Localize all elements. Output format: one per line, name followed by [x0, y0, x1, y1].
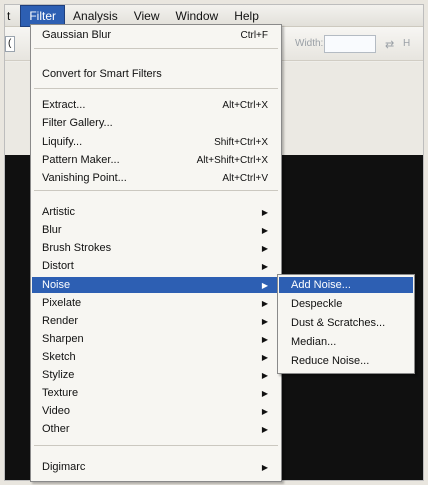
submenu-arrow-icon: ▶ — [261, 352, 268, 362]
menu-item-noise[interactable]: Noise ▶ — [32, 277, 280, 293]
submenu-arrow-icon: ▶ — [261, 462, 268, 472]
submenu-arrow-icon: ▶ — [261, 261, 268, 271]
menu-item-brush-strokes[interactable]: Brush Strokes ▶ — [32, 240, 280, 256]
menu-item-pattern-maker[interactable]: Pattern Maker... Alt+Shift+Ctrl+X — [32, 152, 280, 168]
submenu-arrow-icon: ▶ — [261, 388, 268, 398]
submenu-arrow-icon: ▶ — [261, 316, 268, 326]
submenu-arrow-icon: ▶ — [261, 225, 268, 235]
submenu-item-reduce-noise[interactable]: Reduce Noise... — [279, 353, 413, 369]
menu-separator — [34, 88, 278, 89]
menu-item-gaussian-blur[interactable]: Gaussian Blur Ctrl+F — [32, 27, 280, 43]
submenu-arrow-icon: ▶ — [261, 207, 268, 217]
menu-item-texture[interactable]: Texture ▶ — [32, 385, 280, 401]
width-input[interactable] — [324, 35, 376, 53]
menu-item-other[interactable]: Other ▶ — [32, 421, 280, 437]
submenu-item-median[interactable]: Median... — [279, 334, 413, 350]
submenu-arrow-icon: ▶ — [261, 243, 268, 253]
menu-partial-left[interactable]: t — [5, 5, 20, 27]
menu-item-pixelate[interactable]: Pixelate ▶ — [32, 295, 280, 311]
submenu-arrow-icon: ▶ — [261, 424, 268, 434]
menu-separator — [34, 48, 278, 49]
menu-item-blur[interactable]: Blur ▶ — [32, 222, 280, 238]
menu-item-digimarc[interactable]: Digimarc ▶ — [32, 459, 280, 475]
menu-item-video[interactable]: Video ▶ — [32, 403, 280, 419]
noise-submenu: Add Noise... Despeckle Dust & Scratches.… — [277, 274, 415, 374]
menu-item-distort[interactable]: Distort ▶ — [32, 258, 280, 274]
partial-input-left[interactable]: ( — [5, 36, 15, 52]
menu-separator — [34, 445, 278, 446]
swap-icon[interactable]: ⇄ — [385, 38, 394, 51]
menu-item-liquify[interactable]: Liquify... Shift+Ctrl+X — [32, 134, 280, 150]
submenu-arrow-icon: ▶ — [261, 370, 268, 380]
menu-item-render[interactable]: Render ▶ — [32, 313, 280, 329]
menu-separator — [34, 190, 278, 191]
menu-item-extract[interactable]: Extract... Alt+Ctrl+X — [32, 97, 280, 113]
submenu-item-despeckle[interactable]: Despeckle — [279, 296, 413, 312]
height-label-partial: H — [403, 38, 411, 49]
menu-item-filter-gallery[interactable]: Filter Gallery... — [32, 115, 280, 131]
menu-item-sketch[interactable]: Sketch ▶ — [32, 349, 280, 365]
menu-item-stylize[interactable]: Stylize ▶ — [32, 367, 280, 383]
submenu-item-add-noise[interactable]: Add Noise... — [279, 277, 413, 293]
menu-item-sharpen[interactable]: Sharpen ▶ — [32, 331, 280, 347]
submenu-arrow-icon: ▶ — [261, 406, 268, 416]
menu-item-vanishing-point[interactable]: Vanishing Point... Alt+Ctrl+V — [32, 170, 280, 186]
menu-item-convert-smart-filters[interactable]: Convert for Smart Filters — [32, 66, 280, 82]
filter-dropdown-menu: Gaussian Blur Ctrl+F Convert for Smart F… — [30, 24, 282, 482]
menu-item-artistic[interactable]: Artistic ▶ — [32, 204, 280, 220]
submenu-arrow-icon: ▶ — [261, 280, 268, 290]
width-label: Width: — [295, 38, 324, 49]
submenu-item-dust-scratches[interactable]: Dust & Scratches... — [279, 315, 413, 331]
submenu-arrow-icon: ▶ — [261, 298, 268, 308]
submenu-arrow-icon: ▶ — [261, 334, 268, 344]
